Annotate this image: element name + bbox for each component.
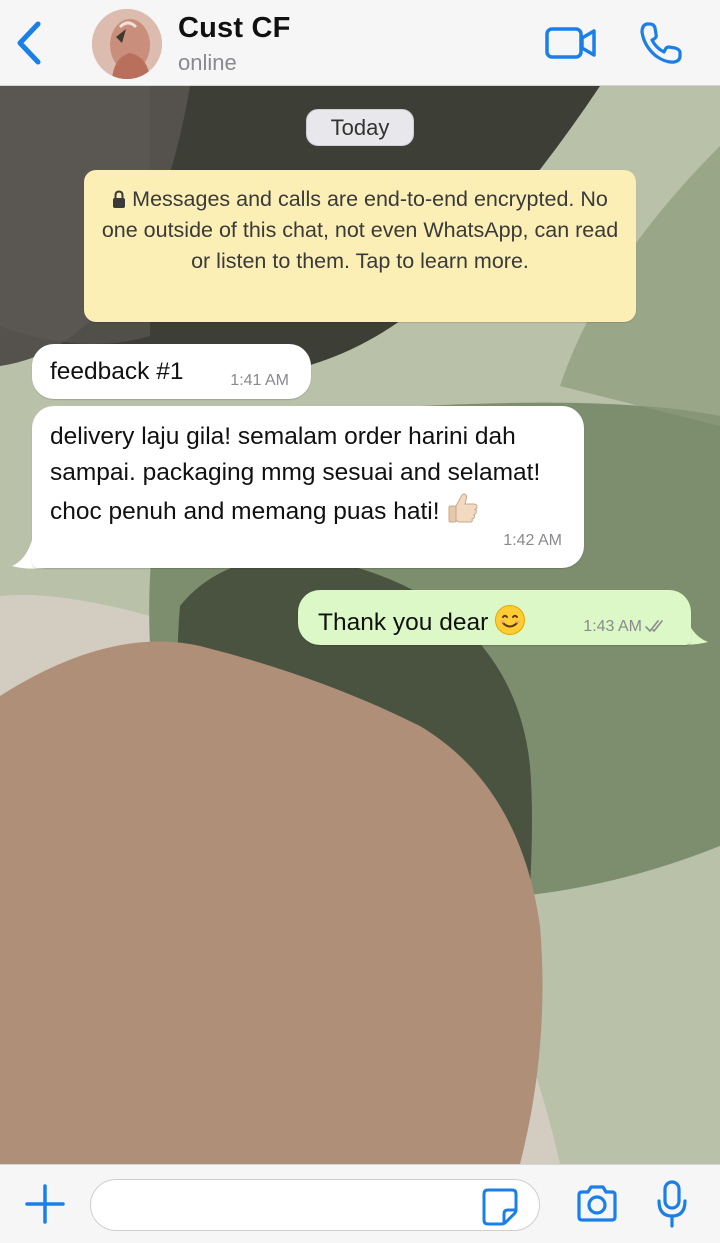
outgoing-message[interactable]: Thank you dear 1:43 AM <box>298 590 691 645</box>
thumbs-up-icon <box>448 493 478 523</box>
double-check-icon <box>645 620 663 632</box>
avatar-image <box>92 9 162 79</box>
message-time-wrap: 1:43 AM <box>583 618 667 636</box>
chat-header: Cust CF online <box>0 0 720 86</box>
chevron-left-icon[interactable] <box>12 20 48 66</box>
plus-icon[interactable] <box>24 1183 66 1225</box>
phone-icon[interactable] <box>638 20 684 66</box>
sticker-icon[interactable] <box>480 1186 520 1226</box>
incoming-message[interactable]: feedback #1 1:41 AM <box>32 344 311 399</box>
contact-status: online <box>178 50 237 75</box>
date-separator: Today <box>306 109 414 146</box>
message-time: 1:42 AM <box>503 532 562 549</box>
lock-icon <box>113 190 126 208</box>
incoming-message[interactable]: delivery laju gila! semalam order harini… <box>32 406 584 568</box>
message-text: Thank you dear <box>318 609 489 636</box>
avatar[interactable] <box>92 9 162 79</box>
contact-name[interactable]: Cust CF <box>178 12 291 45</box>
camera-icon[interactable] <box>574 1183 620 1225</box>
message-time: 1:41 AM <box>230 372 289 389</box>
microphone-icon[interactable] <box>654 1179 690 1229</box>
message-input[interactable] <box>90 1179 540 1231</box>
encryption-notice[interactable]: Messages and calls are end-to-end encryp… <box>84 170 636 322</box>
video-camera-icon[interactable] <box>544 24 598 62</box>
message-time: 1:43 AM <box>583 618 642 635</box>
message-text: feedback #1 <box>50 358 184 385</box>
smiling-face-icon <box>495 605 526 635</box>
encryption-notice-text: Messages and calls are end-to-end encryp… <box>101 187 619 273</box>
message-input-bar <box>0 1164 720 1243</box>
chat-area[interactable]: Today Messages and calls are end-to-end … <box>0 86 720 1164</box>
